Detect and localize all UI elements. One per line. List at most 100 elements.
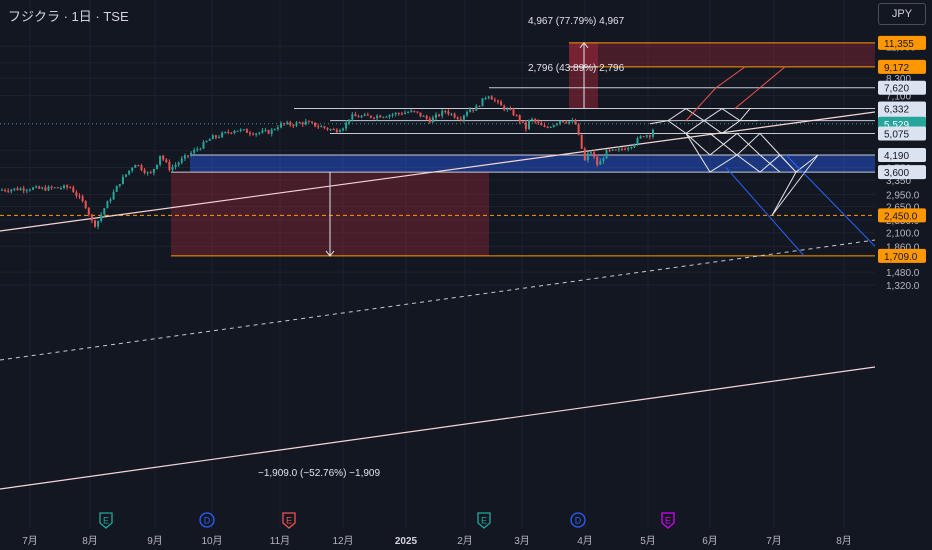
measure-label-3: −1,909.0 (−52.76%) −1,909 [258,468,380,479]
candle-body [202,141,205,149]
candle-body [156,164,158,169]
measure-label-1: 4,967 (77.79%) 4,967 [528,16,625,27]
candle-body [7,190,10,192]
candle-body [295,122,298,126]
candle-body [388,115,391,117]
time-tick-label: 8月 [836,535,852,547]
candle-body [500,101,503,106]
candle-body [323,126,326,128]
candle-body [100,214,103,221]
candle-body [376,115,379,119]
candle-body [419,112,422,117]
candle-body [493,99,496,101]
candle-body [447,111,450,115]
candle-body [568,121,571,124]
candle-body [125,174,127,177]
candle-body [270,129,273,134]
candle-body [190,152,193,156]
candle-body [115,185,118,192]
candle-body [552,124,555,128]
candle-body [109,199,112,202]
time-tick-label: 7月 [766,535,782,547]
price-tick-label: 1,480.0 [886,268,920,279]
candle-body [112,191,115,200]
candle-body [87,208,90,215]
candle-body [407,112,410,114]
candle-body [97,220,100,227]
candle-body [32,187,34,190]
candle-body [44,187,47,191]
time-tick-label: 9月 [147,535,163,547]
candle-body [540,122,543,126]
candle-body [605,149,608,159]
candle-body [134,164,137,168]
candle-body [444,110,447,112]
candle-body [351,114,354,120]
candle-body [366,114,369,116]
currency-button[interactable]: JPY [878,3,926,25]
candle-body [580,134,583,149]
candle-body [298,122,301,124]
candle-body [410,110,413,113]
candle-body [391,114,394,116]
candle-body [121,176,124,185]
candle-body [13,188,16,190]
candle-body [177,162,180,165]
candle-body [118,184,121,186]
candle-body [214,135,217,138]
candle-body [627,147,630,150]
candle-body [342,128,344,131]
candle-body [218,137,220,139]
event-marker-label: E [286,516,292,526]
candle-body [41,187,44,189]
candle-body [521,121,524,123]
candle-body [22,188,25,191]
candle-body [590,152,592,154]
candle-body [639,136,642,139]
candle-body [245,129,248,133]
event-marker-label: E [481,516,487,526]
price-chart[interactable]: 4,967 (77.79%) 4,967 2,796 (43.89%) 2,796… [0,0,932,550]
candle-body [168,161,171,170]
candle-body [233,130,236,133]
candle-body [435,114,437,118]
candle-body [1,189,3,191]
candle-body [422,115,425,117]
candle-body [404,112,406,115]
candle-body [630,147,633,149]
time-tick-label: 5月 [640,535,656,547]
candle-body [462,115,465,120]
candle-body [292,125,295,127]
candle-body [528,119,530,130]
candle-body [56,187,59,189]
candle-body [286,122,289,125]
candle-body [69,187,72,189]
candle-body [453,113,456,118]
time-tick-label: 2月 [457,535,473,547]
candle-body [373,117,375,119]
candle-body [320,126,323,128]
candle-body [103,208,106,215]
price-label-text: 11,355 [884,39,914,50]
candle-body [28,189,31,191]
candle-body [230,132,233,134]
candle-body [258,132,261,134]
price-label-text: 7,620 [884,84,909,95]
candle-body [4,189,7,191]
candle-body [636,138,639,145]
time-tick-label: 10月 [201,535,222,547]
candle-body [450,113,453,115]
candle-body [131,167,134,171]
time-tick-label: 2025 [395,536,418,547]
candle-body [335,129,338,133]
candle-body [159,155,162,165]
time-tick-label: 7月 [22,535,38,547]
candle-body [106,201,109,209]
chart-background [0,0,932,550]
candle-body [273,129,276,131]
price-axis[interactable]: 11,0009,5008,3007,1004,3503,7503,3502,95… [875,0,932,550]
time-tick-label: 4月 [577,535,593,547]
candle-body [63,185,65,189]
candle-body [152,168,155,173]
candle-body [338,130,341,133]
